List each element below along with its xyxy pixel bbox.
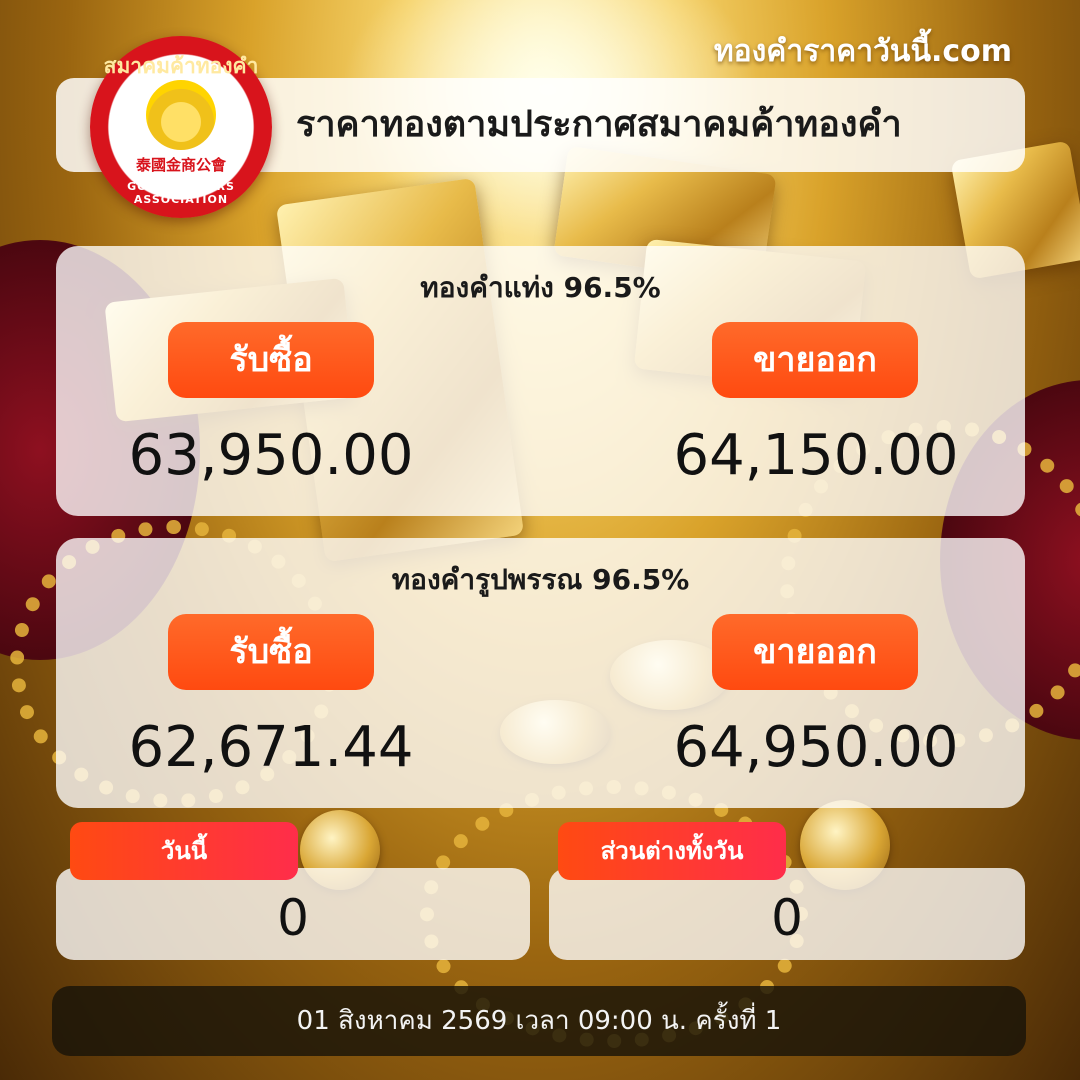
daily-diff-box: 0 xyxy=(549,868,1025,960)
gold-ornament-buy-label: รับซื้อ xyxy=(168,614,374,690)
site-name: ทองคำราคาวันนี้.com xyxy=(713,34,1012,69)
logo-chinese-text: 泰國金商公會 xyxy=(135,156,226,174)
gold-ornament-price-panel: ทองคำรูปพรรณ 96.5% รับซื้อ ขายออก 62,671… xyxy=(56,538,1025,808)
gold-ornament-buy-price: 62,671.44 xyxy=(128,715,414,780)
daily-diff-value: 0 xyxy=(771,889,803,947)
gold-bar-price-panel: ทองคำแท่ง 96.5% รับซื้อ ขายออก 63,950.00… xyxy=(56,246,1025,516)
gold-ingot-icon xyxy=(146,80,216,150)
gold-ornament-heading: ทองคำรูปพรรณ 96.5% xyxy=(391,563,690,596)
today-change-label: วันนี้ xyxy=(70,822,298,880)
page-title: ราคาทองตามประกาศสมาคมค้าทองคำ xyxy=(296,104,902,145)
gold-bar-buy-label: รับซื้อ xyxy=(168,322,374,398)
gold-traders-association-logo: สมาคมค้าทองคำ 泰國金商公會 GOLD TRADERS ASSOCI… xyxy=(90,36,272,218)
daily-diff-label: ส่วนต่างทั้งวัน xyxy=(558,822,786,880)
announcement-datetime: 01 สิงหาคม 2569 เวลา 09:00 น. ครั้งที่ 1 xyxy=(52,986,1026,1056)
gold-ornament-sell-label: ขายออก xyxy=(712,614,918,690)
logo-thai-text: สมาคมค้าทองคำ xyxy=(103,54,259,78)
gold-bar-heading: ทองคำแท่ง 96.5% xyxy=(420,271,661,304)
gold-bar-sell-price: 64,150.00 xyxy=(673,423,959,488)
gold-bar-sell-label: ขายออก xyxy=(712,322,918,398)
gold-ornament-sell-price: 64,950.00 xyxy=(673,715,959,780)
today-change-box: 0 xyxy=(56,868,530,960)
gold-bar-buy-price: 63,950.00 xyxy=(128,423,414,488)
today-change-value: 0 xyxy=(277,889,309,947)
logo-english-text: GOLD TRADERS ASSOCIATION xyxy=(127,180,235,206)
